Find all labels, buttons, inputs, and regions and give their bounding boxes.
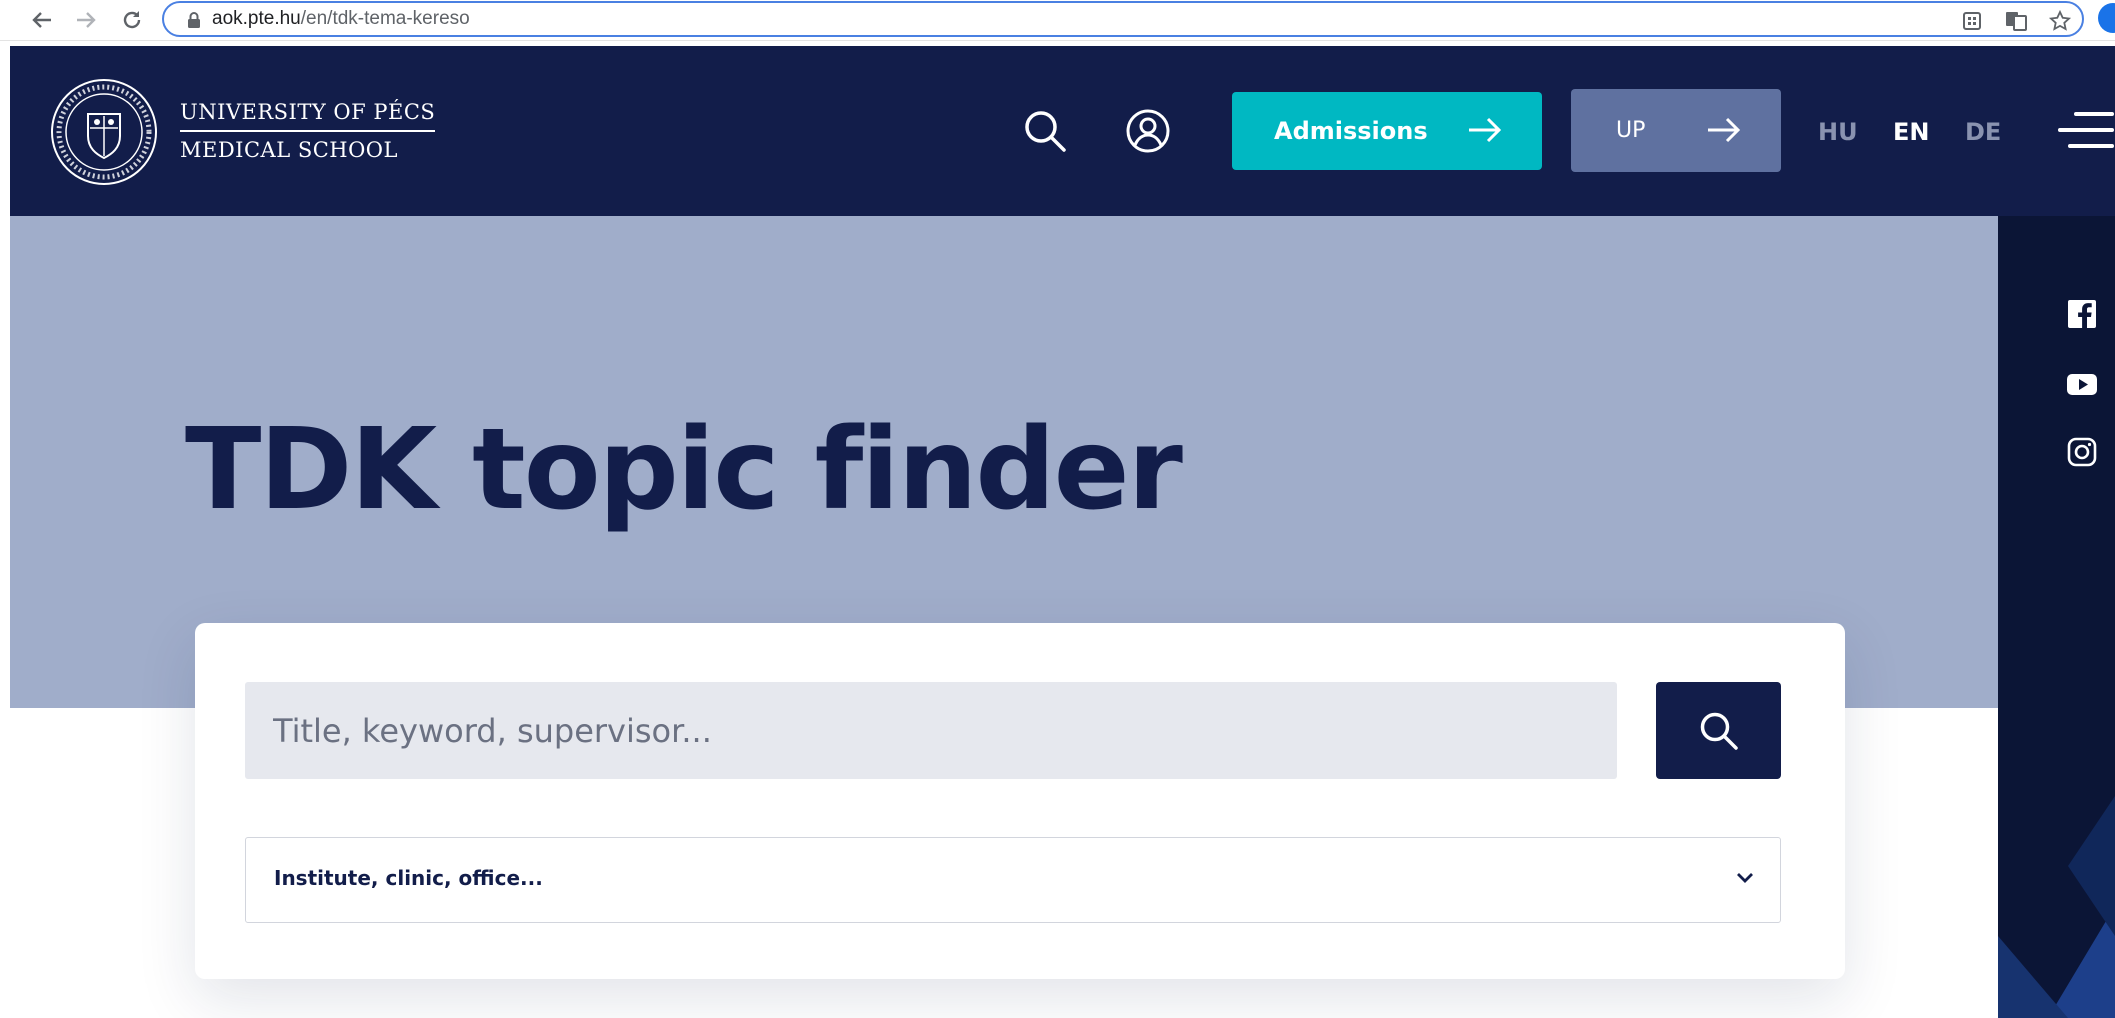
lang-en[interactable]: EN <box>1893 118 1929 146</box>
user-account-icon[interactable] <box>1125 108 1171 154</box>
site-header: UNIVERSITY OF PÉCS MEDICAL SCHOOL Admiss… <box>10 46 2115 216</box>
institute-select-value: Institute, clinic, office... <box>274 866 543 890</box>
youtube-icon[interactable] <box>2066 368 2098 400</box>
arrow-right-icon <box>1469 117 1502 143</box>
admissions-button[interactable]: Admissions <box>1232 92 1542 170</box>
arrow-right-icon <box>1708 117 1741 143</box>
search-submit-button[interactable] <box>1656 682 1781 779</box>
menu-icon[interactable] <box>2058 112 2115 150</box>
translate-icon[interactable] <box>2004 9 2028 33</box>
reload-icon[interactable] <box>116 4 148 36</box>
instagram-icon[interactable] <box>2066 436 2098 468</box>
admissions-label: Admissions <box>1274 117 1428 145</box>
search-icon[interactable] <box>1022 108 1068 154</box>
up-label: UP <box>1616 118 1646 143</box>
bookmark-star-icon[interactable] <box>2048 9 2072 33</box>
browser-toolbar: aok.pte.hu/en/tdk-tema-kereso <box>0 0 2115 41</box>
lock-icon <box>188 12 200 28</box>
lang-hu[interactable]: HU <box>1818 118 1858 146</box>
facebook-icon[interactable] <box>2066 298 2098 330</box>
forward-icon[interactable] <box>70 4 102 36</box>
university-seal-logo[interactable] <box>50 78 158 186</box>
lang-de[interactable]: DE <box>1965 118 2001 146</box>
page-title: TDK topic finder <box>185 405 1183 535</box>
back-icon[interactable] <box>26 4 58 36</box>
search-icon <box>1700 712 1738 750</box>
social-sidebar <box>1998 216 2115 1018</box>
chevron-down-icon <box>1737 873 1753 883</box>
institute-select[interactable]: Institute, clinic, office... <box>245 837 1781 923</box>
url-text: aok.pte.hu/en/tdk-tema-kereso <box>212 8 470 29</box>
up-button[interactable]: UP <box>1571 89 1781 172</box>
logo-university-name: UNIVERSITY OF PÉCS <box>180 100 436 132</box>
decorative-shape <box>1998 796 2115 1018</box>
address-bar[interactable]: aok.pte.hu/en/tdk-tema-kereso <box>162 1 2084 37</box>
search-input[interactable] <box>245 682 1617 779</box>
search-card: Institute, clinic, office... <box>195 623 1845 979</box>
logo-school-name: MEDICAL SCHOOL <box>180 138 398 162</box>
profile-avatar[interactable] <box>2098 3 2115 33</box>
apps-icon[interactable] <box>1960 9 1984 33</box>
logo-text[interactable]: UNIVERSITY OF PÉCS MEDICAL SCHOOL <box>180 100 436 162</box>
